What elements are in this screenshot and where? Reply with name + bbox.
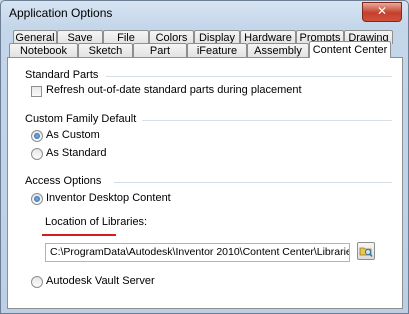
tab-ifeature[interactable]: iFeature bbox=[187, 43, 247, 57]
refresh-parts-label: Refresh out-of-date standard parts durin… bbox=[46, 84, 302, 96]
close-button[interactable]: ✕ bbox=[362, 2, 402, 22]
vault-server-label: Autodesk Vault Server bbox=[46, 275, 155, 287]
tab-content-center[interactable]: Content Center bbox=[309, 41, 391, 58]
title-bar: Application Options ✕ bbox=[1, 1, 408, 25]
desktop-content-label: Inventor Desktop Content bbox=[46, 192, 171, 204]
custom-family-divider bbox=[142, 120, 392, 121]
browse-button[interactable] bbox=[357, 242, 375, 260]
as-custom-radio[interactable] bbox=[31, 130, 43, 142]
tab-general[interactable]: General bbox=[13, 30, 57, 44]
tab-save[interactable]: Save bbox=[57, 30, 103, 44]
tab-notebook[interactable]: Notebook bbox=[9, 43, 78, 57]
access-options-divider bbox=[114, 182, 392, 183]
annotation-underline bbox=[42, 234, 116, 236]
vault-server-radio[interactable] bbox=[31, 276, 43, 288]
window-title: Application Options bbox=[9, 6, 113, 20]
as-custom-label: As Custom bbox=[46, 129, 100, 141]
location-label: Location of Libraries: bbox=[45, 216, 148, 228]
folder-browse-icon bbox=[359, 247, 373, 257]
as-standard-radio[interactable] bbox=[31, 148, 43, 160]
access-options-heading: Access Options bbox=[25, 175, 102, 187]
application-options-window: Application Options ✕ General Save File … bbox=[0, 0, 409, 314]
standard-parts-divider bbox=[106, 76, 392, 77]
close-icon: ✕ bbox=[376, 4, 388, 18]
standard-parts-heading: Standard Parts bbox=[25, 69, 99, 81]
tab-hardware[interactable]: Hardware bbox=[240, 30, 296, 44]
content-center-panel: Standard Parts Refresh out-of-date stand… bbox=[7, 57, 403, 309]
tab-strip: General Save File Colors Display Hardwar… bbox=[7, 27, 403, 58]
refresh-parts-checkbox[interactable] bbox=[31, 86, 42, 97]
library-location-field[interactable]: C:\ProgramData\Autodesk\Inventor 2010\Co… bbox=[45, 243, 350, 262]
custom-family-heading: Custom Family Default bbox=[25, 113, 137, 125]
tab-part[interactable]: Part bbox=[133, 43, 187, 57]
tab-colors[interactable]: Colors bbox=[149, 30, 194, 44]
tab-file[interactable]: File bbox=[103, 30, 149, 44]
desktop-content-radio[interactable] bbox=[31, 193, 43, 205]
tab-assembly[interactable]: Assembly bbox=[247, 43, 309, 57]
as-standard-label: As Standard bbox=[46, 147, 107, 159]
tab-sketch[interactable]: Sketch bbox=[78, 43, 133, 57]
tab-display[interactable]: Display bbox=[194, 30, 240, 44]
